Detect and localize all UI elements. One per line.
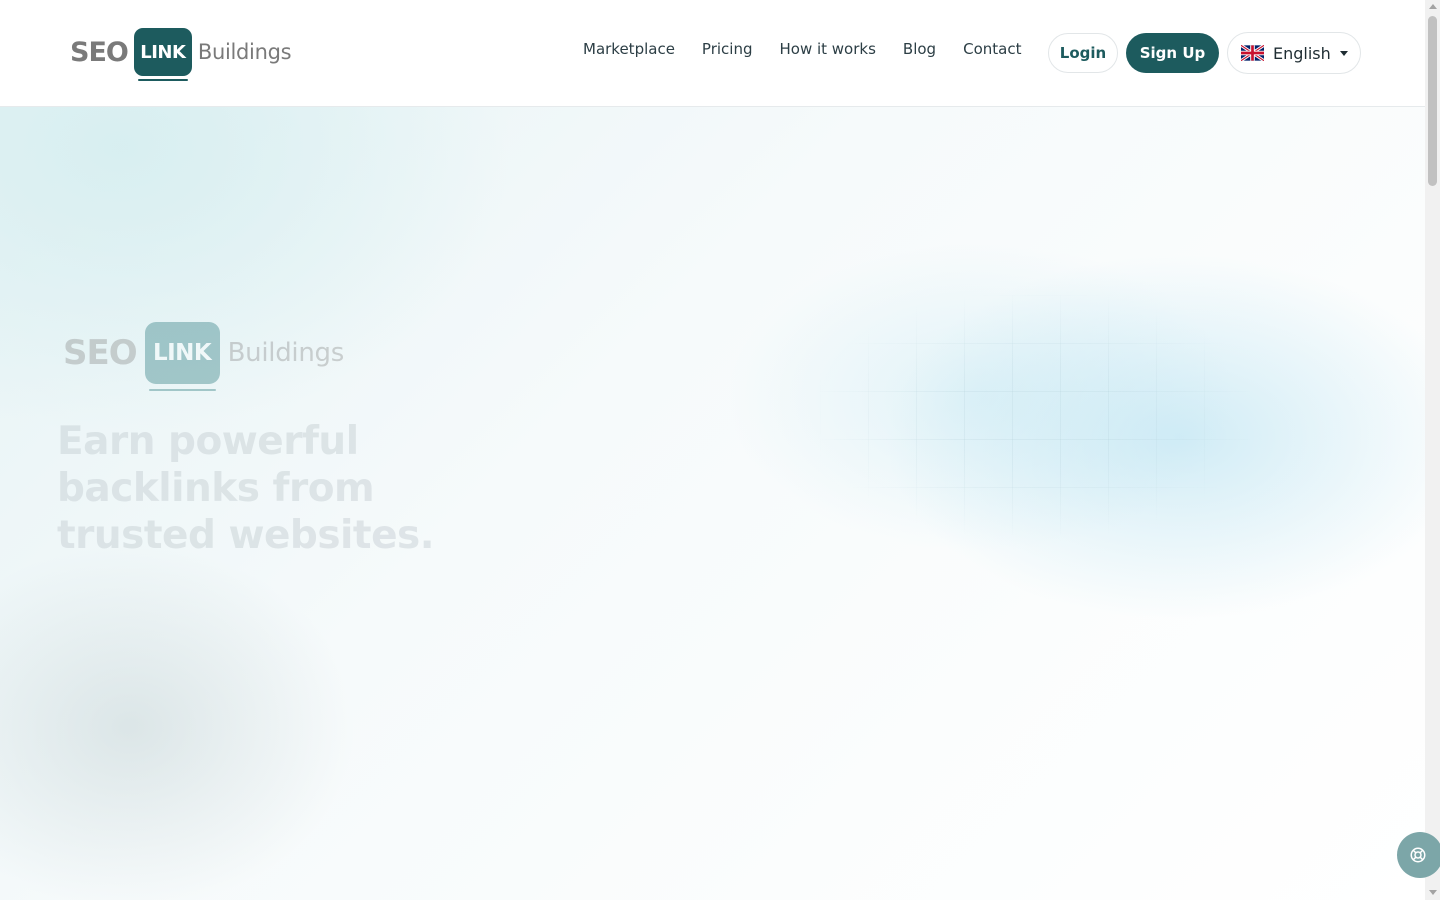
hero-logo-buildings-text: Buildings — [227, 338, 345, 368]
hero-logo: SEO LINK Buildings — [63, 322, 345, 391]
caret-down-icon — [1340, 51, 1348, 56]
nav-contact[interactable]: Contact — [963, 40, 1021, 58]
hero-section: SEO LINK Buildings Earn powerful backlin… — [0, 107, 1425, 900]
hero-logo-seo-text: SEO — [63, 333, 138, 373]
scroll-up-arrow-icon[interactable] — [1429, 4, 1437, 9]
scroll-down-arrow-icon[interactable] — [1429, 890, 1437, 895]
scrollbar-thumb[interactable] — [1428, 16, 1437, 186]
site-header: SEO LINK Buildings Marketplace Pricing H… — [0, 0, 1425, 107]
lifebuoy-icon — [1410, 847, 1426, 863]
logo-link-badge: LINK — [133, 28, 192, 81]
language-label: English — [1273, 43, 1331, 63]
page-scrollbar[interactable] — [1425, 0, 1440, 900]
main-nav: Marketplace Pricing How it works Blog Co… — [583, 40, 1048, 58]
nav-pricing[interactable]: Pricing — [702, 40, 753, 58]
nav-marketplace[interactable]: Marketplace — [583, 40, 675, 58]
logo-link-text: LINK — [140, 41, 186, 63]
hero-title-line: Earn powerful — [57, 419, 359, 464]
hero-title-line: backlinks from — [57, 466, 375, 511]
help-widget-button[interactable] — [1397, 832, 1440, 878]
nav-blog[interactable]: Blog — [903, 40, 936, 58]
nav-how-it-works[interactable]: How it works — [779, 40, 875, 58]
logo-buildings-text: Buildings — [197, 40, 292, 64]
hero-title: Earn powerful backlinks from trusted web… — [57, 418, 457, 559]
uk-flag-icon — [1241, 45, 1264, 61]
hero-title-line: trusted websites. — [57, 513, 435, 558]
site-logo[interactable]: SEO LINK Buildings — [70, 26, 292, 81]
logo-seo-text: SEO — [70, 36, 129, 68]
language-selector[interactable]: English — [1227, 32, 1361, 74]
hero-logo-link-badge: LINK — [144, 322, 220, 391]
hero-logo-link-text: LINK — [152, 340, 212, 366]
hero-grid-decoration — [820, 295, 1250, 535]
signup-button[interactable]: Sign Up — [1126, 33, 1219, 73]
login-button[interactable]: Login — [1048, 33, 1118, 73]
